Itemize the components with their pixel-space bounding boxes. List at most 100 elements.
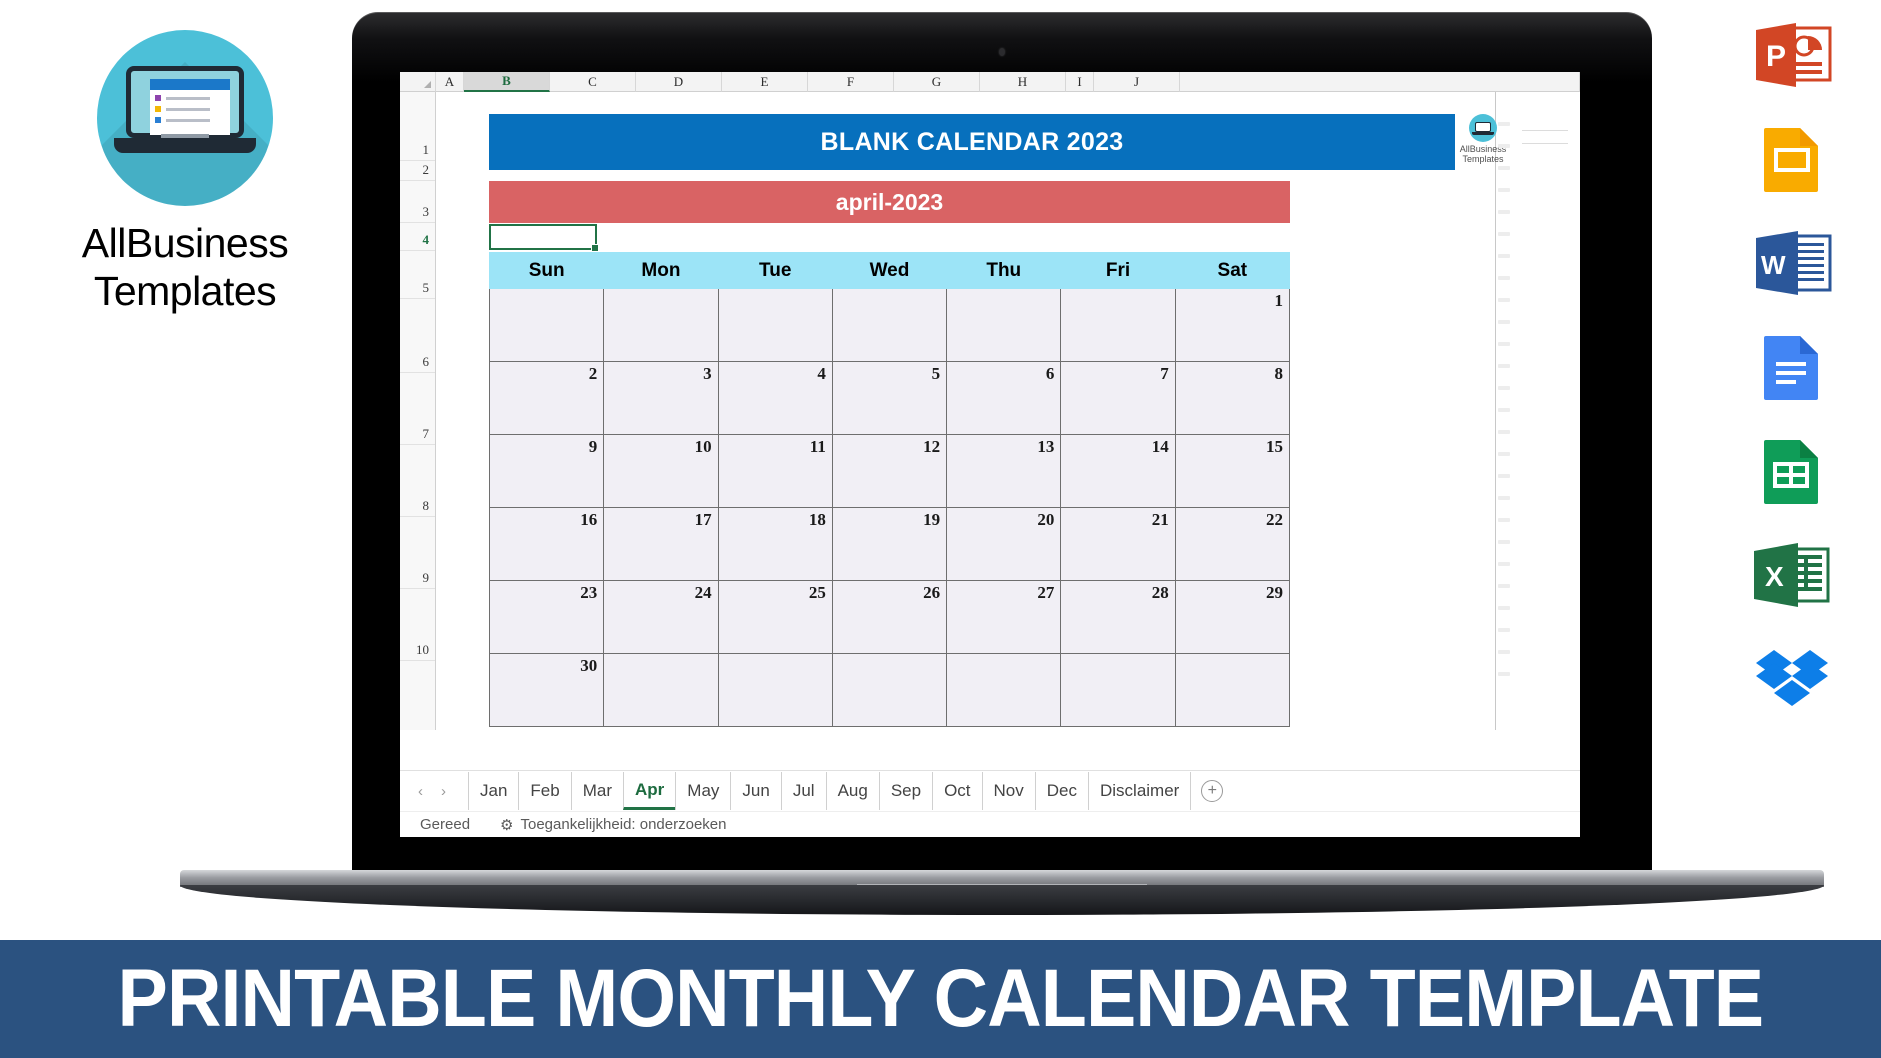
dropbox-icon[interactable] bbox=[1752, 646, 1838, 712]
calendar-day-cell-7[interactable]: 7 bbox=[1060, 361, 1176, 435]
calendar-day-cell-13[interactable]: 13 bbox=[946, 434, 1062, 508]
calendar-day-cell-empty[interactable] bbox=[717, 653, 833, 727]
webcam-icon bbox=[999, 48, 1005, 56]
sheet-tab-aug[interactable]: Aug bbox=[825, 772, 879, 810]
calendar-day-cell-6[interactable]: 6 bbox=[946, 361, 1062, 435]
calendar-day-cell-4[interactable]: 4 bbox=[717, 361, 833, 435]
sheet-tab-sep[interactable]: Sep bbox=[878, 772, 932, 810]
google-sheets-icon[interactable] bbox=[1752, 438, 1838, 504]
margin-dot bbox=[1498, 650, 1510, 654]
column-header-b[interactable]: B bbox=[464, 72, 550, 92]
calendar-day-cell-10[interactable]: 10 bbox=[603, 434, 719, 508]
row-header-1[interactable]: 1 bbox=[423, 142, 430, 158]
calendar-day-cell-19[interactable]: 19 bbox=[831, 507, 948, 581]
calendar-week-row: 30 bbox=[488, 653, 1291, 727]
column-header-f[interactable]: F bbox=[808, 72, 894, 92]
calendar-day-cell-empty[interactable] bbox=[946, 288, 1062, 362]
row-header-6[interactable]: 6 bbox=[423, 354, 430, 370]
calendar-day-cell-18[interactable]: 18 bbox=[717, 507, 833, 581]
calendar-day-cell-14[interactable]: 14 bbox=[1060, 434, 1176, 508]
row-header-7[interactable]: 7 bbox=[423, 426, 430, 442]
calendar-day-cell-3[interactable]: 3 bbox=[603, 361, 719, 435]
column-header-i[interactable]: I bbox=[1066, 72, 1094, 92]
calendar-day-cell-22[interactable]: 22 bbox=[1174, 507, 1291, 581]
margin-dot bbox=[1498, 408, 1510, 412]
margin-dot bbox=[1498, 386, 1510, 390]
row-header-column: 1 2 3 4 5 6 7 8 9 10 bbox=[400, 92, 436, 730]
excel-icon[interactable]: X bbox=[1752, 542, 1838, 608]
sheet-tab-jun[interactable]: Jun bbox=[730, 772, 780, 810]
row-header-8[interactable]: 8 bbox=[423, 498, 430, 514]
column-header-a[interactable]: A bbox=[436, 72, 464, 92]
calendar-day-cell-empty[interactable] bbox=[831, 653, 948, 727]
row-header-9[interactable]: 9 bbox=[423, 570, 430, 586]
calendar-day-cell-empty[interactable] bbox=[488, 288, 605, 362]
calendar-day-cell-20[interactable]: 20 bbox=[946, 507, 1062, 581]
row-header-3[interactable]: 3 bbox=[423, 204, 430, 220]
column-header-c[interactable]: C bbox=[550, 72, 636, 92]
column-header-e[interactable]: E bbox=[722, 72, 808, 92]
add-sheet-button[interactable]: + bbox=[1201, 780, 1224, 802]
sheet-body: 1 2 3 4 5 6 7 8 9 10 BLANK CALENDAR 2023 april-20… bbox=[400, 92, 1580, 730]
calendar-day-cell-empty[interactable] bbox=[946, 653, 1062, 727]
calendar-day-cell-26[interactable]: 26 bbox=[831, 580, 948, 654]
accessibility-status[interactable]: ⚙ Toegankelijkheid: onderzoeken bbox=[500, 816, 726, 834]
google-docs-icon[interactable] bbox=[1752, 334, 1838, 400]
word-icon[interactable]: W bbox=[1752, 230, 1838, 296]
row-header-2[interactable]: 2 bbox=[423, 162, 430, 178]
sheet-tab-may[interactable]: May bbox=[675, 772, 730, 810]
sheet-tab-oct[interactable]: Oct bbox=[932, 772, 981, 810]
google-slides-icon[interactable] bbox=[1752, 126, 1838, 192]
calendar-day-cell-8[interactable]: 8 bbox=[1174, 361, 1291, 435]
calendar-day-cell-29[interactable]: 29 bbox=[1174, 580, 1291, 654]
sheet-tab-dec[interactable]: Dec bbox=[1034, 772, 1088, 810]
column-header-h[interactable]: H bbox=[980, 72, 1066, 92]
calendar-day-cell-empty[interactable] bbox=[1174, 653, 1291, 727]
calendar-day-cell-23[interactable]: 23 bbox=[488, 580, 605, 654]
calendar-day-cell-empty[interactable] bbox=[717, 288, 833, 362]
calendar-day-cell-empty[interactable] bbox=[831, 288, 948, 362]
sheet-tab-feb[interactable]: Feb bbox=[518, 772, 570, 810]
row-header-4[interactable]: 4 bbox=[423, 232, 430, 248]
calendar-day-cell-empty[interactable] bbox=[603, 653, 719, 727]
calendar-day-cell-2[interactable]: 2 bbox=[488, 361, 605, 435]
calendar-day-cell-empty[interactable] bbox=[1060, 653, 1176, 727]
next-sheet-icon[interactable]: › bbox=[441, 783, 446, 800]
calendar-day-cell-21[interactable]: 21 bbox=[1060, 507, 1176, 581]
powerpoint-icon[interactable]: P bbox=[1752, 22, 1838, 88]
calendar-day-cell-5[interactable]: 5 bbox=[831, 361, 948, 435]
calendar-day-cell-11[interactable]: 11 bbox=[717, 434, 833, 508]
sheet-tab-nov[interactable]: Nov bbox=[981, 772, 1035, 810]
calendar-day-cell-empty[interactable] bbox=[603, 288, 719, 362]
accessibility-icon: ⚙ bbox=[500, 816, 514, 834]
calendar-day-cell-24[interactable]: 24 bbox=[603, 580, 719, 654]
column-header-g[interactable]: G bbox=[894, 72, 980, 92]
row-header-10[interactable]: 10 bbox=[416, 642, 429, 658]
sheet-tab-jan[interactable]: Jan bbox=[468, 772, 518, 810]
calendar-day-cell-15[interactable]: 15 bbox=[1174, 434, 1291, 508]
prev-sheet-icon[interactable]: ‹ bbox=[418, 783, 423, 800]
calendar-day-cell-30[interactable]: 30 bbox=[488, 653, 605, 727]
calendar-day-cell-9[interactable]: 9 bbox=[488, 434, 605, 508]
calendar-day-cell-1[interactable]: 1 bbox=[1174, 288, 1291, 362]
margin-dot bbox=[1498, 232, 1510, 236]
sheet-tab-disclaimer[interactable]: Disclaimer bbox=[1087, 772, 1192, 810]
sheet-tab-mar[interactable]: Mar bbox=[570, 772, 623, 810]
column-header-d[interactable]: D bbox=[636, 72, 722, 92]
margin-dot bbox=[1498, 628, 1510, 632]
sheet-tab-apr[interactable]: Apr bbox=[623, 772, 676, 810]
calendar-day-cell-empty[interactable] bbox=[1060, 288, 1176, 362]
grid-area[interactable]: BLANK CALENDAR 2023 april-2023 Sun Mon Tue… bbox=[436, 92, 1580, 730]
margin-dot bbox=[1498, 320, 1510, 324]
sheet-tab-jul[interactable]: Jul bbox=[780, 772, 826, 810]
row-header-5[interactable]: 5 bbox=[423, 280, 430, 296]
calendar-day-cell-28[interactable]: 28 bbox=[1060, 580, 1176, 654]
calendar-day-cell-25[interactable]: 25 bbox=[717, 580, 833, 654]
calendar-day-cell-27[interactable]: 27 bbox=[946, 580, 1062, 654]
column-header-j[interactable]: J bbox=[1094, 72, 1180, 92]
selected-cell[interactable] bbox=[489, 224, 599, 252]
calendar-day-cell-12[interactable]: 12 bbox=[831, 434, 948, 508]
calendar-day-cell-16[interactable]: 16 bbox=[488, 507, 605, 581]
calendar-day-cell-17[interactable]: 17 bbox=[603, 507, 719, 581]
select-all-corner[interactable] bbox=[400, 72, 436, 92]
